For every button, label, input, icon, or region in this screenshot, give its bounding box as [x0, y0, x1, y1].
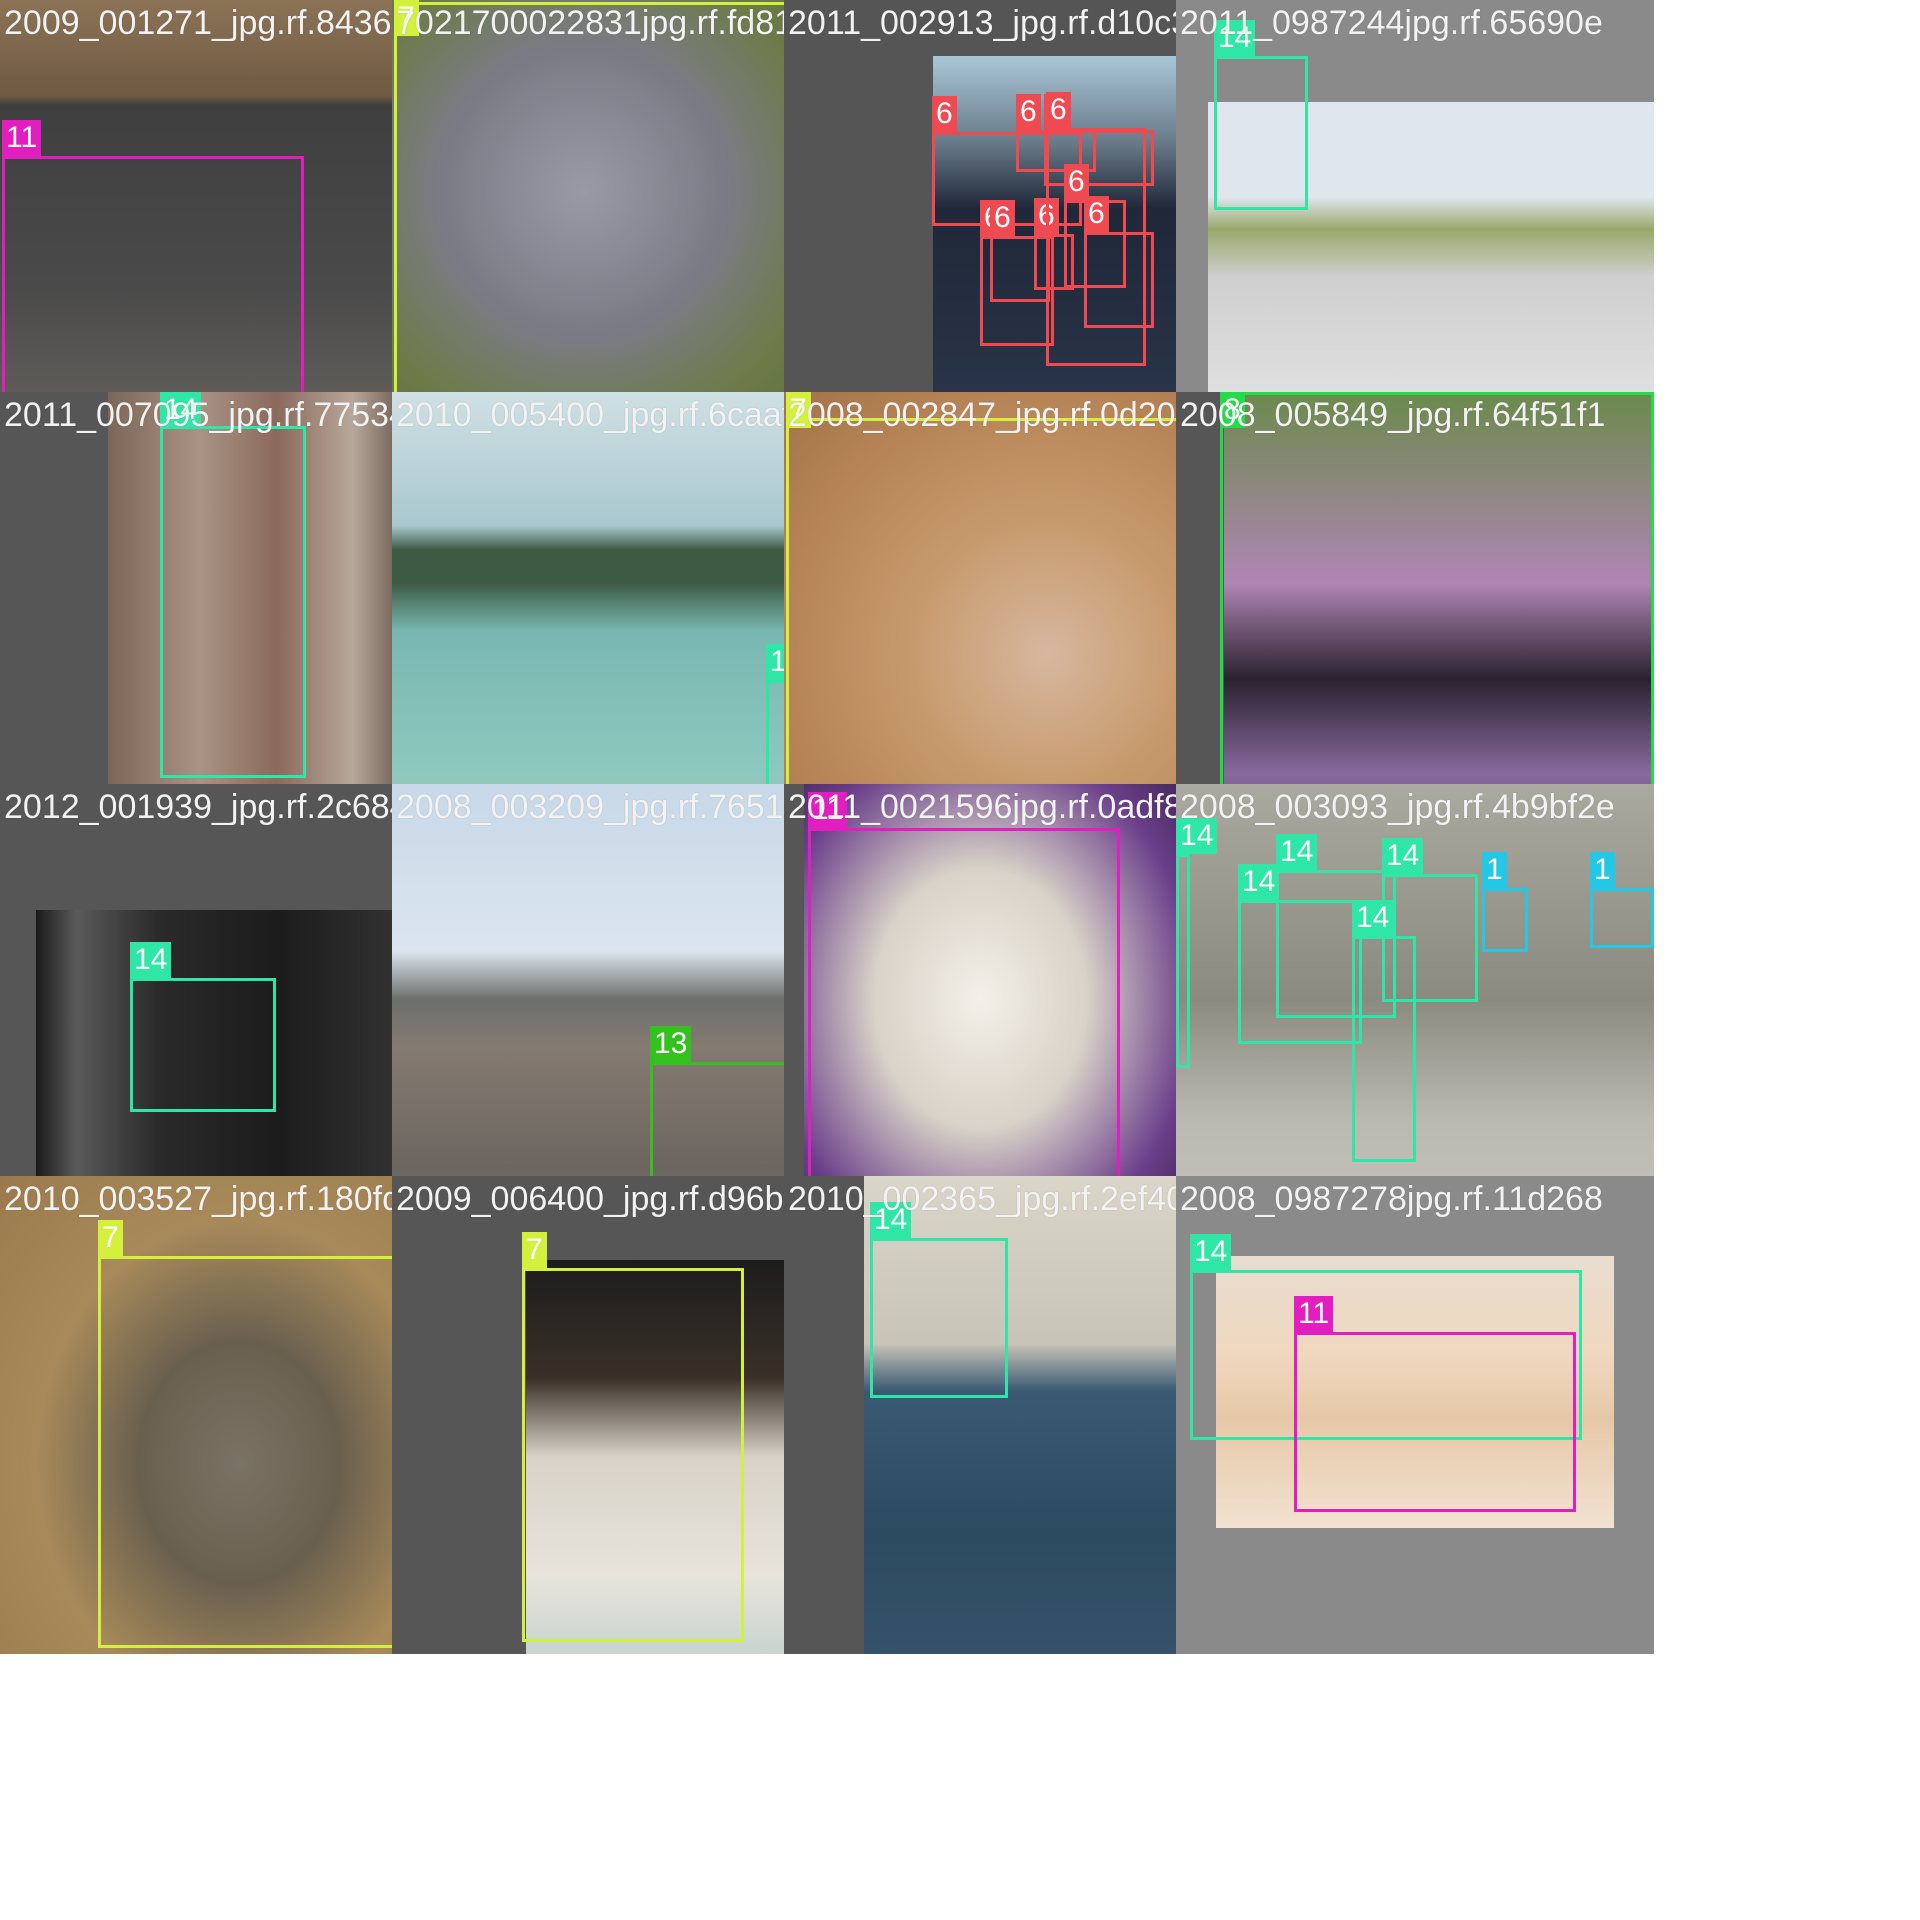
detection-box [160, 426, 306, 778]
class-label: 7 [98, 1220, 123, 1256]
detection-box [1176, 854, 1190, 1068]
tile-filename: 2011_002913_jpg.rf.d10c3d [788, 4, 1209, 42]
class-label: 14 [1176, 818, 1218, 854]
class-label: 7 [394, 0, 419, 36]
class-label: 8 [1220, 392, 1245, 428]
class-label: 14 [1214, 20, 1256, 56]
class-label: 11 [808, 792, 848, 828]
class-label: 6 [1016, 94, 1041, 130]
class-label: 14 [130, 942, 172, 978]
class-label: 11 [2, 120, 42, 156]
class-label: 6 [990, 200, 1015, 236]
class-label: 1 [1590, 852, 1615, 888]
tile-filename: 2008_0987278jpg.rf.11d268 [1180, 1180, 1603, 1218]
class-label: 14 [1238, 864, 1280, 900]
class-label: 13 [650, 1026, 692, 1062]
class-label: 14 [870, 1202, 912, 1238]
detection-box [1046, 128, 1146, 366]
class-label: 14 [1382, 838, 1424, 874]
detection-box [130, 978, 276, 1112]
detection-box [1482, 888, 1528, 952]
class-label: 14 [1352, 900, 1394, 936]
class-label: 14 [1276, 834, 1318, 870]
class-label: 6 [1046, 92, 1071, 128]
image-tile: 14 11 2008_0987278jpg.rf.11d268 [1176, 1176, 1654, 1654]
mosaic-grid: 11 2009_001271_jpg.rf.8436c9 7 702170002283… [0, 0, 1920, 1920]
class-label: 14 [160, 392, 202, 428]
class-label: 6 [932, 96, 957, 132]
class-label: 14 [1190, 1234, 1232, 1270]
detection-box [870, 1238, 1008, 1398]
tile-filename: 2009_006400_jpg.rf.d96b10 [396, 1180, 822, 1218]
class-label: 1 [1482, 852, 1507, 888]
tile-filename: 2012_001939_jpg.rf.2c6848 [4, 788, 428, 826]
detection-box [1214, 56, 1308, 210]
detection-box [1294, 1332, 1576, 1512]
detection-box [1590, 888, 1654, 948]
detection-box [522, 1268, 744, 1642]
class-label: 7 [522, 1232, 547, 1268]
class-label: 7 [786, 392, 811, 428]
class-label: 11 [1294, 1296, 1334, 1332]
detection-box [1352, 936, 1416, 1162]
